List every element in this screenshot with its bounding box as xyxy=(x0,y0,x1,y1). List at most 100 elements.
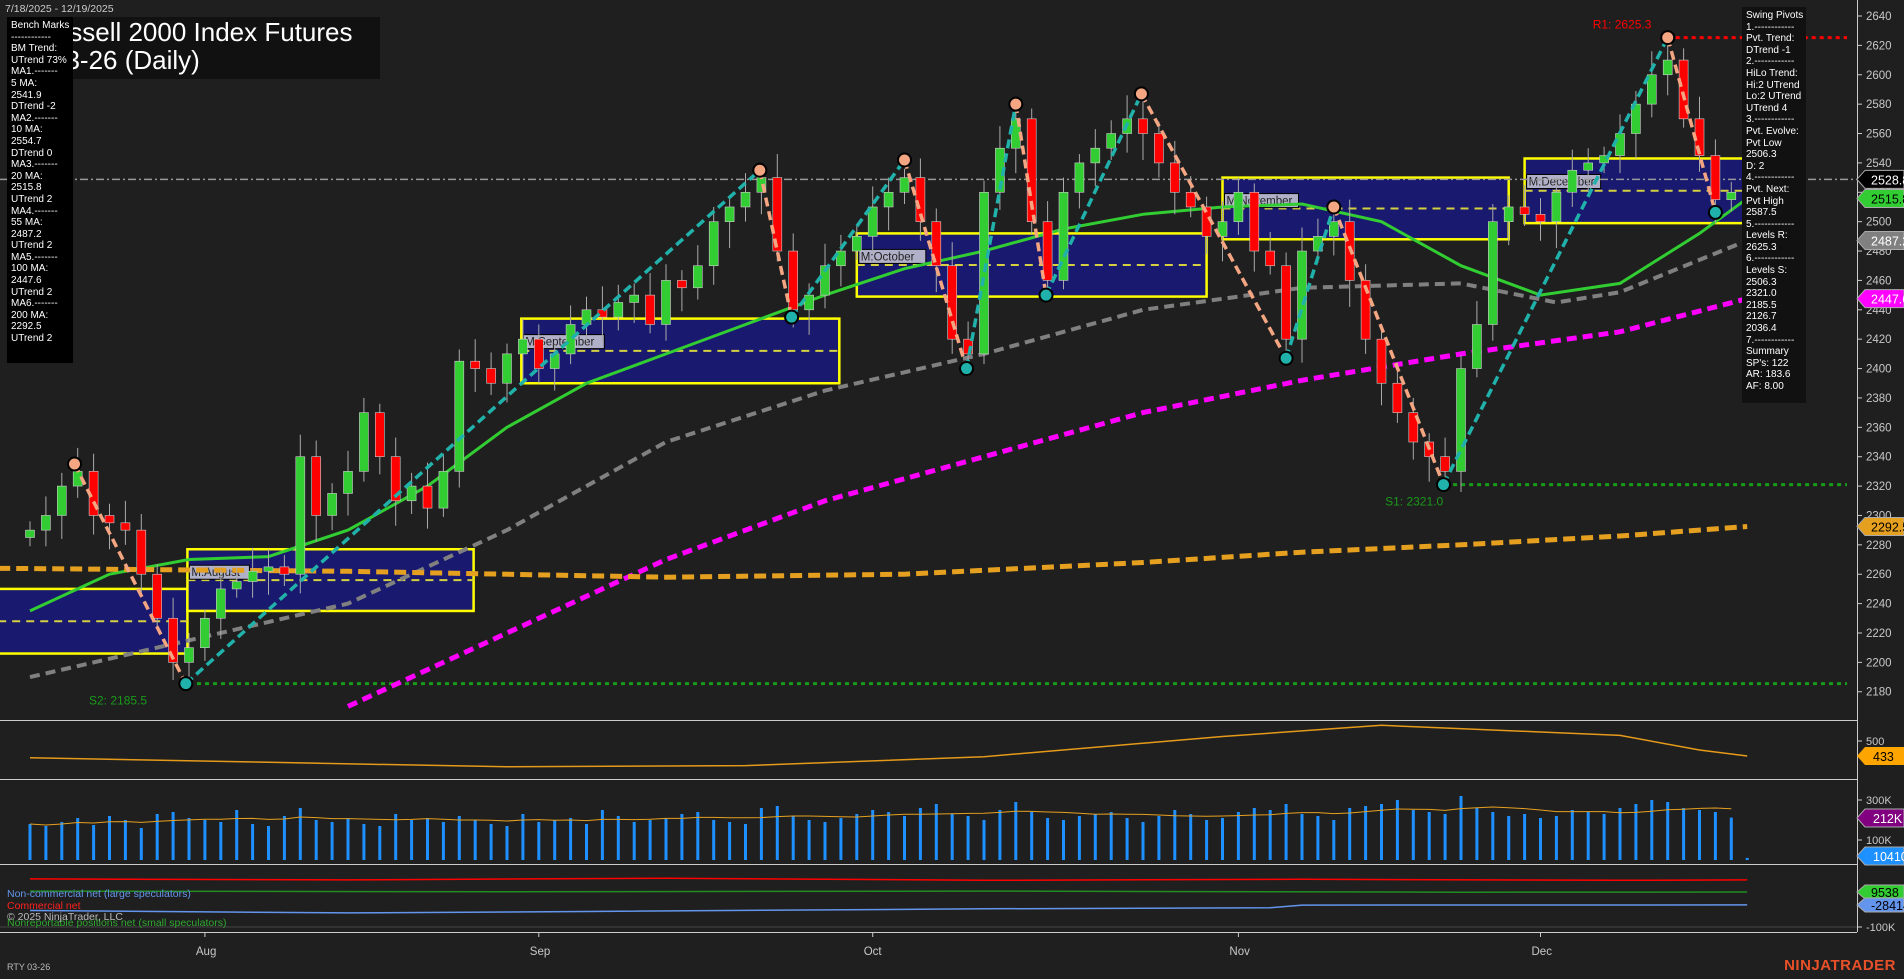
volume-bar xyxy=(1221,818,1224,860)
swing-line: Pvt High xyxy=(1746,195,1784,207)
bench-line: MA4.------- xyxy=(11,205,58,217)
candle-up xyxy=(740,191,751,208)
bench-line: MA5.------- xyxy=(11,251,58,263)
x-month-label: Oct xyxy=(864,946,883,958)
bench-line: UTrend 2 xyxy=(11,240,53,252)
candle-up xyxy=(247,570,258,582)
candle-up xyxy=(565,324,576,355)
volume-bar xyxy=(807,820,811,860)
volume-bar xyxy=(282,816,286,860)
volume-bar xyxy=(918,808,922,860)
volume-bar xyxy=(1284,804,1288,860)
swing-line: DTrend -1 xyxy=(1746,44,1791,56)
candle-up xyxy=(231,581,242,590)
candle-up xyxy=(406,485,417,502)
swing-line: 2321.0 xyxy=(1746,288,1777,300)
volume-bar xyxy=(378,826,382,860)
bench-line: 2292.5 xyxy=(11,321,42,333)
volume-bar xyxy=(139,828,143,860)
candle-down xyxy=(311,456,322,516)
title-line-2: 03-26 (Daily) xyxy=(51,45,200,75)
bench-line: 10 MA: xyxy=(11,124,43,136)
volume-bar xyxy=(537,822,541,860)
volume-bar xyxy=(648,820,652,860)
swing-zigzag-leg xyxy=(1441,36,1670,486)
candle-down xyxy=(470,360,481,369)
swing-high-marker xyxy=(1008,96,1024,112)
volume-bar xyxy=(1523,814,1527,860)
volume-bar xyxy=(1046,818,1050,860)
swing-line: UTrend 4 xyxy=(1746,102,1788,114)
volume-bar xyxy=(1411,810,1415,860)
volume-bar xyxy=(1252,808,1256,860)
candle-up xyxy=(883,191,894,208)
y-tick-label: 2400 xyxy=(1866,364,1892,376)
bench-line: 200 MA: xyxy=(11,309,49,321)
y-tick-label: 2640 xyxy=(1866,11,1892,23)
candle-up xyxy=(359,412,369,472)
candle-down xyxy=(1392,382,1403,413)
swing-low-marker xyxy=(1038,287,1054,303)
candle-up xyxy=(1662,59,1673,76)
volume-bar xyxy=(1268,810,1272,860)
candle-down xyxy=(1138,118,1148,134)
volume-bar xyxy=(903,816,906,860)
candle-up xyxy=(708,221,719,267)
price-chart[interactable]: M:AugustM:SeptemberM:OctoberM:NovemberM:… xyxy=(0,0,1904,979)
candle-up xyxy=(1074,162,1085,193)
volume-bar xyxy=(1443,814,1447,860)
candle-up xyxy=(1551,191,1562,222)
volume-bar xyxy=(585,824,588,860)
y-tick-label: 2180 xyxy=(1866,687,1892,699)
candle-down xyxy=(1249,191,1260,252)
y-tick-label: 2620 xyxy=(1866,40,1892,52)
volume-bar xyxy=(966,816,970,860)
volume-bar xyxy=(600,810,604,860)
y-tick-label: 2360 xyxy=(1866,422,1892,434)
volume-bar xyxy=(28,824,32,860)
volume-bar xyxy=(1348,808,1352,860)
volume-bar xyxy=(569,818,573,860)
volume-bar xyxy=(1427,812,1431,860)
swing-line: 2506.3 xyxy=(1746,149,1777,161)
osc-tick-label: 500 xyxy=(1866,736,1884,748)
candle-down xyxy=(104,515,115,524)
volume-bar xyxy=(171,812,175,860)
candle-down xyxy=(136,529,147,575)
swing-line: AR: 183.6 xyxy=(1746,369,1791,381)
y-tick-label: 2200 xyxy=(1866,657,1892,669)
candle-up xyxy=(899,177,910,193)
swing-line: Levels R: xyxy=(1746,230,1788,242)
volume-bar xyxy=(235,810,239,860)
cot-tick-label: -100K xyxy=(1866,922,1896,934)
candle-up xyxy=(438,471,449,509)
y-tick-label: 2500 xyxy=(1866,217,1892,229)
volume-bar xyxy=(1729,817,1733,860)
bench-line: 20 MA: xyxy=(11,170,43,182)
volume-bar xyxy=(934,804,938,860)
candle-up xyxy=(1090,147,1101,164)
volume-bar xyxy=(330,822,334,860)
volume-bar xyxy=(1364,806,1368,860)
y-tick-label: 2280 xyxy=(1866,540,1892,552)
level-label: R1: 2625.3 xyxy=(1593,18,1652,32)
volume-bar xyxy=(871,810,875,860)
candle-down xyxy=(788,250,799,311)
volume-bar xyxy=(1570,810,1574,860)
swing-high-marker xyxy=(752,162,768,178)
swing-low-marker xyxy=(1278,350,1294,366)
candle-up xyxy=(1567,169,1578,193)
volume-bar xyxy=(823,822,827,860)
candle-down xyxy=(1154,133,1164,164)
volume-bar xyxy=(1093,814,1097,860)
swing-line: D: 2 xyxy=(1746,160,1765,172)
volume-bar xyxy=(410,820,414,860)
volume-bar xyxy=(1173,810,1177,860)
swing-line: 2587.5 xyxy=(1746,207,1777,219)
y-tick-label: 2380 xyxy=(1866,393,1892,405)
candle-down xyxy=(677,280,687,289)
swing-high-marker xyxy=(897,152,912,168)
volume-bar xyxy=(1554,816,1558,860)
bench-line: 2541.9 xyxy=(11,89,42,101)
swing-low-marker xyxy=(178,676,194,692)
